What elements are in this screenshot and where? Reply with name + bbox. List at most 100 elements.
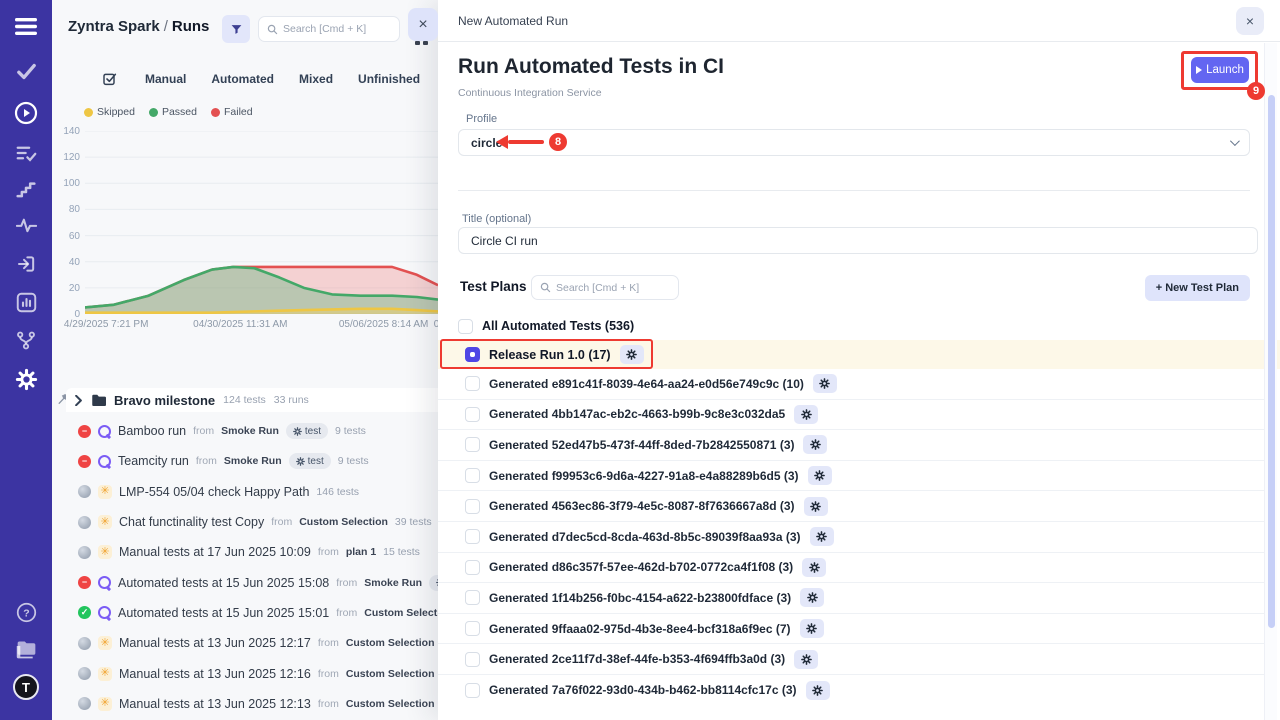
test-plan-row[interactable]: Generated f99953c6-9d6a-4227-91a8-e4a882… [438, 461, 1266, 492]
run-source[interactable]: Custom Selection [346, 698, 435, 710]
run-source[interactable]: plan 1 [346, 546, 376, 558]
plan-settings-button[interactable] [794, 650, 818, 669]
checkbox[interactable] [465, 499, 480, 514]
plan-settings-button[interactable] [810, 527, 834, 546]
drawer-close-button[interactable]: × [408, 8, 438, 41]
test-plan-row[interactable]: Generated 52ed47b5-473f-44ff-8ded-7b2842… [438, 430, 1266, 461]
plan-settings-button[interactable] [794, 405, 818, 424]
run-row[interactable]: −Automated tests at 15 Jun 2025 15:08fro… [52, 567, 438, 597]
bar-chart-icon[interactable] [0, 292, 52, 313]
run-row[interactable]: ✳Manual tests at 13 Jun 2025 12:16fromCu… [52, 658, 438, 688]
checkbox[interactable] [465, 407, 480, 422]
run-source[interactable]: Custom Selection [346, 668, 435, 680]
test-plan-row[interactable]: Generated 4563ec86-3f79-4e5c-8087-8f7636… [438, 491, 1266, 522]
checkbox[interactable] [465, 468, 480, 483]
run-row[interactable]: ✳Chat functinality test CopyfromCustom S… [52, 507, 438, 537]
run-title[interactable]: Automated tests at 15 Jun 2025 15:01 [118, 606, 329, 620]
all-automated-tests-row[interactable]: All Automated Tests (536) [458, 312, 634, 340]
checkbox[interactable] [465, 437, 480, 452]
test-plan-row[interactable]: Generated 4bb147ac-eb2c-4663-b99b-9c8e3c… [438, 400, 1266, 431]
selected-test-plan-row[interactable]: Release Run 1.0 (17) [438, 340, 1280, 369]
tab-manual[interactable]: Manual [145, 72, 186, 86]
plan-settings-button[interactable] [800, 588, 824, 607]
plan-settings-button[interactable] [802, 558, 826, 577]
pulse-icon[interactable] [0, 217, 52, 233]
launch-button[interactable]: Launch [1191, 57, 1249, 83]
help-icon[interactable]: ? [0, 602, 52, 623]
run-title[interactable]: LMP-554 05/04 check Happy Path [119, 485, 309, 499]
runs-search-input[interactable] [283, 23, 391, 35]
run-row[interactable]: ✓Automated tests at 15 Jun 2025 15:01fro… [52, 598, 438, 628]
checkbox[interactable] [465, 590, 480, 605]
run-title[interactable]: Teamcity run [118, 454, 189, 468]
menu-icon[interactable] [0, 18, 52, 35]
test-plan-row[interactable]: Generated 7a76f022-93d0-434b-b462-bb8114… [438, 675, 1266, 706]
select-all-icon[interactable] [102, 71, 118, 87]
run-title[interactable]: Manual tests at 13 Jun 2025 12:16 [119, 667, 311, 681]
plan-settings-button[interactable] [803, 435, 827, 454]
runs-search[interactable] [258, 16, 400, 42]
test-plan-row[interactable]: Generated d7dec5cd-8cda-463d-8b5c-89039f… [438, 522, 1266, 553]
play-circle-icon[interactable] [0, 101, 52, 125]
tab-automated[interactable]: Automated [211, 72, 274, 86]
sign-in-icon[interactable] [0, 254, 52, 274]
run-title[interactable]: Manual tests at 13 Jun 2025 12:17 [119, 636, 311, 650]
tab-mixed[interactable]: Mixed [299, 72, 333, 86]
plan-settings-button[interactable] [806, 681, 830, 700]
breadcrumb-project[interactable]: Zyntra Spark [68, 18, 160, 35]
steps-icon[interactable] [0, 181, 52, 198]
checkbox[interactable] [465, 652, 480, 667]
checkbox[interactable] [465, 529, 480, 544]
run-title[interactable]: Manual tests at 13 Jun 2025 12:13 [119, 697, 311, 711]
run-row[interactable]: ✳Manual tests at 13 Jun 2025 12:13fromCu… [52, 689, 438, 719]
test-plan-row[interactable]: Generated 2ce11f7d-38ef-44fe-b353-4f694f… [438, 644, 1266, 675]
run-row[interactable]: −Teamcity runfromSmoke Runtest9 tests [52, 446, 438, 476]
checkbox[interactable] [465, 621, 480, 636]
run-source[interactable]: Smoke Run [224, 455, 282, 467]
run-title[interactable]: Bamboo run [118, 424, 186, 438]
milestone-row[interactable]: Bravo milestone 124 tests 33 runs [66, 388, 438, 412]
test-plan-row[interactable]: Generated d86c357f-57ee-462d-b702-0772ca… [438, 553, 1266, 584]
run-source[interactable]: Smoke Run [364, 577, 422, 589]
plan-settings-button[interactable] [620, 345, 644, 364]
run-source[interactable]: Custom Selection [364, 607, 438, 619]
checkbox-checked[interactable] [465, 347, 480, 362]
filter-button[interactable] [222, 15, 250, 43]
run-source[interactable]: Custom Selection [346, 637, 435, 649]
scrollbar-track[interactable] [1264, 43, 1277, 720]
checkbox[interactable] [465, 683, 480, 698]
test-plans-search-input[interactable] [556, 282, 670, 294]
run-title[interactable]: Chat functinality test Copy [119, 515, 264, 529]
list-check-icon[interactable] [0, 144, 52, 162]
plan-settings-button[interactable] [813, 374, 837, 393]
run-row[interactable]: ✳Manual tests at 17 Jun 2025 10:09frompl… [52, 537, 438, 567]
check-icon[interactable] [0, 63, 52, 80]
run-row[interactable]: ✳Manual tests at 13 Jun 2025 12:17fromCu… [52, 628, 438, 658]
checkbox[interactable] [465, 376, 480, 391]
avatar[interactable]: T [0, 674, 52, 700]
close-icon[interactable]: × [1236, 7, 1264, 35]
run-source[interactable]: Smoke Run [221, 425, 279, 437]
run-source[interactable]: Custom Selection [299, 516, 388, 528]
folders-icon[interactable] [0, 640, 52, 659]
plan-settings-button[interactable] [808, 466, 832, 485]
gear-icon[interactable] [0, 368, 52, 391]
tab-unfinished[interactable]: Unfinished [358, 72, 420, 86]
chevron-right-icon[interactable] [74, 395, 83, 406]
plan-settings-button[interactable] [804, 497, 828, 516]
run-title[interactable]: Manual tests at 17 Jun 2025 10:09 [119, 545, 311, 559]
run-row[interactable]: −Bamboo runfromSmoke Runtest9 tests [52, 416, 438, 446]
branch-icon[interactable] [0, 330, 52, 351]
test-plans-search[interactable] [531, 275, 679, 300]
new-test-plan-button[interactable]: + New Test Plan [1145, 275, 1250, 301]
run-title[interactable]: Automated tests at 15 Jun 2025 15:08 [118, 576, 329, 590]
scrollbar-thumb[interactable] [1268, 95, 1275, 628]
plan-settings-button[interactable] [800, 619, 824, 638]
test-plan-row[interactable]: Generated 1f14b256-f0bc-4154-a622-b23800… [438, 583, 1266, 614]
test-plan-row[interactable]: Generated e891c41f-8039-4e64-aa24-e0d56e… [438, 369, 1266, 400]
checkbox[interactable] [465, 560, 480, 575]
profile-select[interactable]: circle [458, 129, 1250, 156]
checkbox[interactable] [458, 319, 473, 334]
test-plan-row[interactable]: Generated 9ffaaa02-975d-4b3e-8ee4-bcf318… [438, 614, 1266, 645]
title-field[interactable]: Circle CI run [458, 227, 1258, 254]
